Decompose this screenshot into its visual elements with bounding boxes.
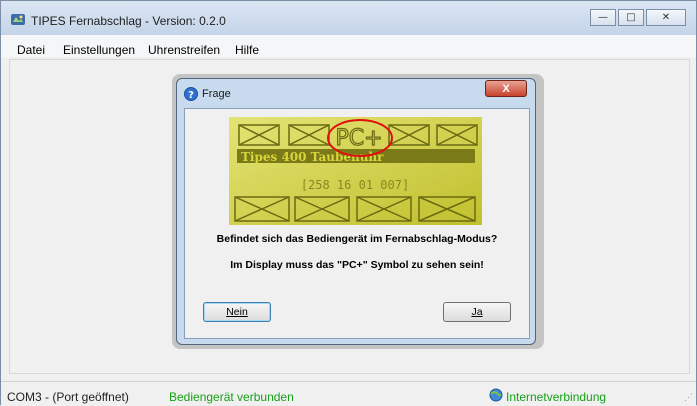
dialog-title: Frage xyxy=(202,88,231,100)
question-icon: ? xyxy=(184,87,198,101)
window-controls: — □ ✕ xyxy=(588,9,686,26)
yes-button[interactable]: Ja xyxy=(443,302,511,322)
dialog-question: Befindet sich das Bediengerät im Fernabs… xyxy=(216,233,498,245)
lcd-line-1: Tipes 400 Taubenuhr xyxy=(241,150,384,164)
resize-grip[interactable]: ⋰ xyxy=(684,392,693,403)
device-status: Bediengerät verbunden xyxy=(169,390,294,404)
menu-uhrenstreifen[interactable]: Uhrenstreifen xyxy=(148,43,220,57)
menu-einstellungen[interactable]: Einstellungen xyxy=(63,43,135,57)
question-dialog: ? Frage X PC+ Tipes 400 Taubenuhr [258 1… xyxy=(176,78,536,345)
internet-globe-icon xyxy=(489,388,503,402)
lcd-display-image: PC+ Tipes 400 Taubenuhr [258 16 01 007] xyxy=(229,117,482,225)
lcd-pc-symbol: PC+ xyxy=(335,126,382,151)
title-bar[interactable]: TIPES Fernabschlag - Version: 0.2.0 — □ … xyxy=(1,1,696,35)
window-title: TIPES Fernabschlag - Version: 0.2.0 xyxy=(31,14,226,28)
menu-bar: Datei Einstellungen Uhrenstreifen Hilfe xyxy=(1,35,696,57)
menu-datei[interactable]: Datei xyxy=(17,43,45,57)
yes-button-label: Ja xyxy=(471,306,483,318)
app-icon xyxy=(11,14,25,25)
status-bar: COM3 - (Port geöffnet) Bediengerät verbu… xyxy=(1,381,696,406)
dialog-content: PC+ Tipes 400 Taubenuhr [258 16 01 007] … xyxy=(184,108,530,339)
internet-status: Internetverbindung xyxy=(506,390,607,404)
no-button-label: Nein xyxy=(226,306,248,318)
dialog-instruction: Im Display muss das "PC+" Symbol zu sehe… xyxy=(230,259,484,271)
dialog-close-button[interactable]: X xyxy=(485,80,527,97)
port-status: COM3 - (Port geöffnet) xyxy=(7,390,129,404)
no-button[interactable]: Nein xyxy=(203,302,271,322)
lcd-line-2: [258 16 01 007] xyxy=(301,178,409,192)
menu-hilfe[interactable]: Hilfe xyxy=(235,43,259,57)
minimize-button[interactable]: — xyxy=(590,9,616,26)
svg-text:?: ? xyxy=(188,90,194,101)
close-window-button[interactable]: ✕ xyxy=(646,9,686,26)
maximize-button[interactable]: □ xyxy=(618,9,644,26)
